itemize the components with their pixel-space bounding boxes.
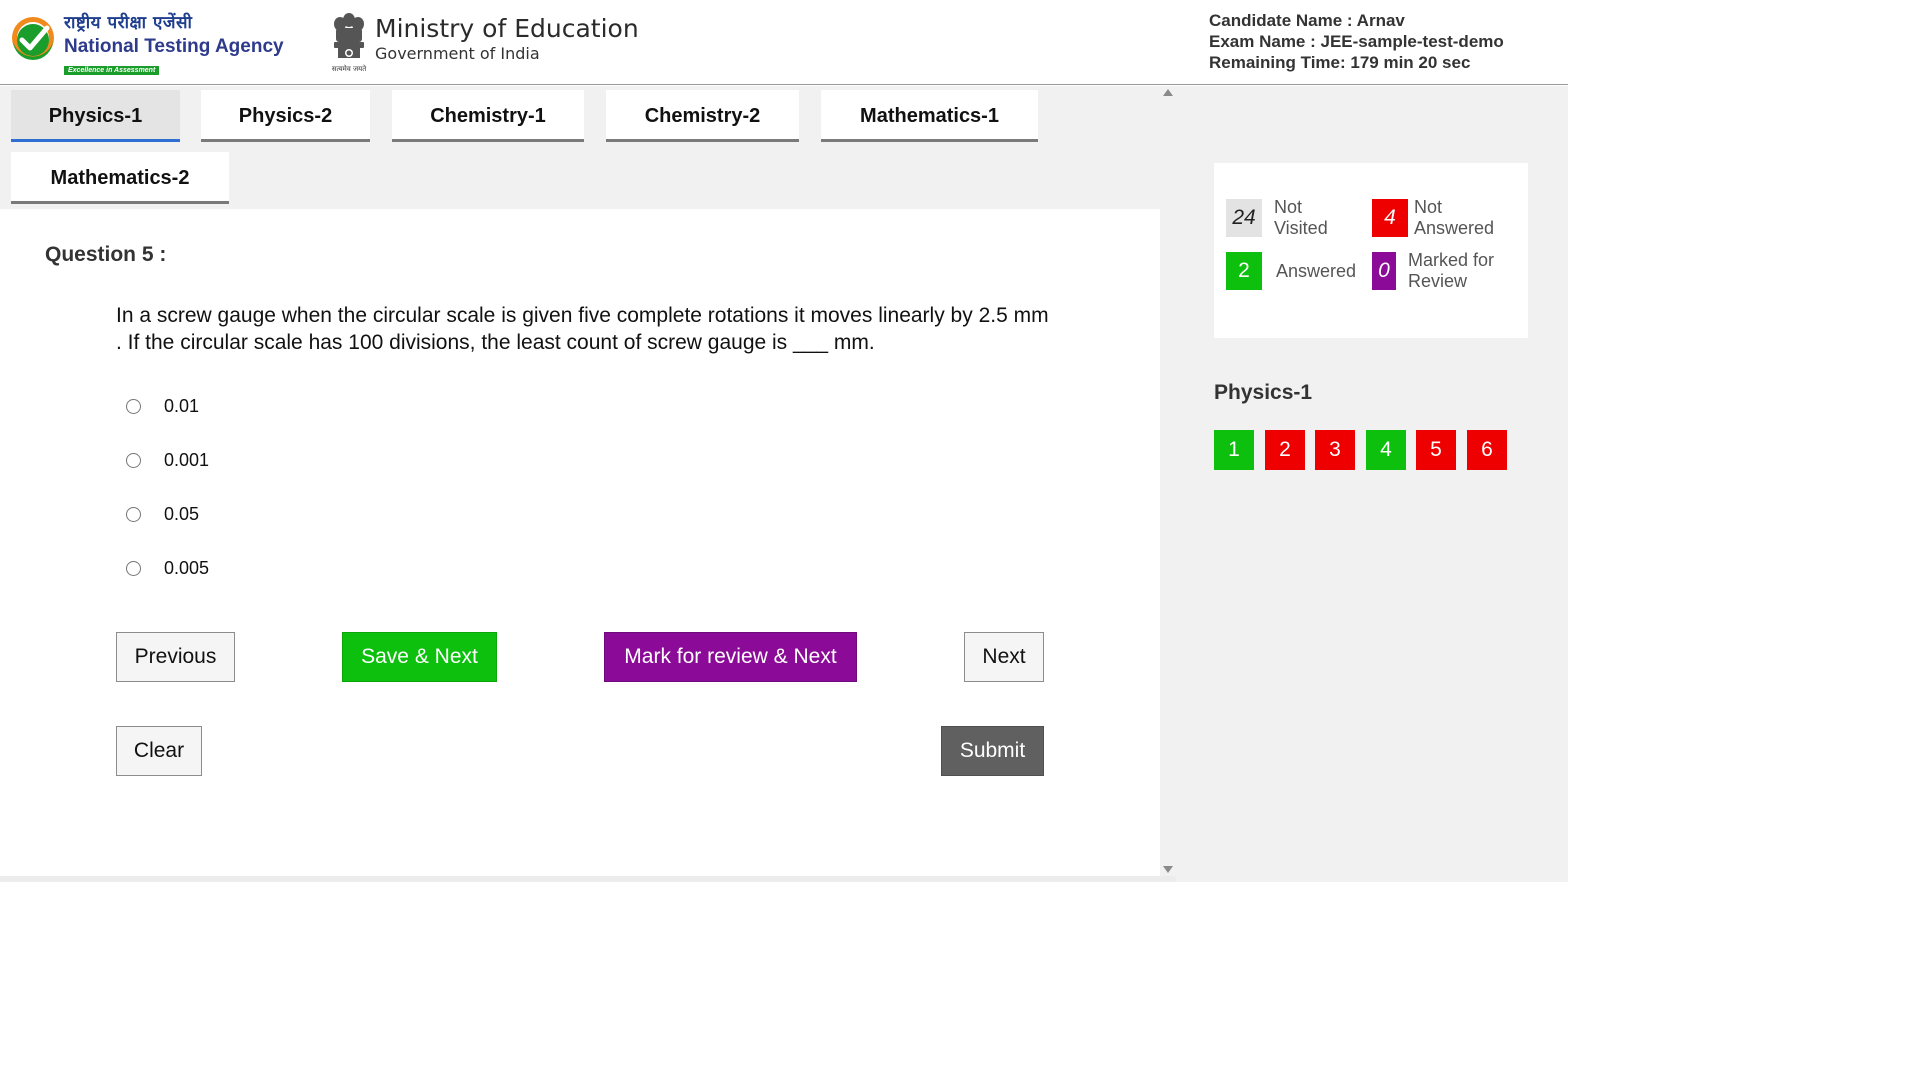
not-answered-count: 4	[1372, 199, 1408, 237]
option-4[interactable]: 0.005	[126, 556, 209, 580]
status-panel: 24 Not Visited 4 Not Answered 2 Answered…	[1176, 86, 1568, 882]
tab-chemistry-2[interactable]: Chemistry-2	[606, 90, 799, 142]
remaining-time: Remaining Time: 179 min 20 sec	[1209, 53, 1471, 72]
tab-physics-1[interactable]: Physics-1	[11, 90, 180, 142]
answered-count: 2	[1226, 252, 1262, 290]
previous-button[interactable]: Previous	[116, 632, 235, 682]
not-visited-label: Not Visited	[1274, 197, 1328, 238]
ministry-brand: Ministry of Education Government of Indi…	[375, 14, 639, 64]
tab-mathematics-1[interactable]: Mathematics-1	[821, 90, 1038, 142]
next-button[interactable]: Next	[964, 632, 1044, 682]
save-next-button[interactable]: Save & Next	[342, 632, 497, 682]
clear-button[interactable]: Clear	[116, 726, 202, 776]
marked-review-label: Marked for Review	[1408, 250, 1495, 291]
scrollbar[interactable]	[1160, 86, 1176, 876]
tab-physics-2[interactable]: Physics-2	[201, 90, 370, 142]
scroll-down-arrow-icon[interactable]	[1163, 866, 1173, 873]
candidate-info: Candidate Name : Arnav Exam Name : JEE-s…	[1209, 10, 1504, 73]
option-2-label[interactable]: 0.001	[164, 450, 209, 471]
ministry-title: Ministry of Education	[375, 14, 639, 43]
question-palette-button-5[interactable]: 5	[1416, 430, 1456, 470]
not-visited-count: 24	[1226, 199, 1262, 237]
scroll-up-arrow-icon[interactable]	[1163, 89, 1173, 96]
option-2[interactable]: 0.001	[126, 448, 209, 472]
option-1-label[interactable]: 0.01	[164, 396, 199, 417]
candidate-name: Candidate Name : Arnav	[1209, 11, 1405, 30]
marked-review-count: 0	[1372, 252, 1396, 290]
nta-logo-icon	[12, 17, 54, 60]
nta-hindi-name: राष्ट्रीय परीक्षा एजेंसी	[64, 13, 193, 33]
not-answered-label: Not Answered	[1414, 197, 1495, 238]
bottom-strip	[0, 876, 1176, 882]
national-emblem-icon: सत्यमेव जयते	[332, 13, 367, 73]
tab-mathematics-2[interactable]: Mathematics-2	[11, 152, 229, 204]
question-palette-button-2[interactable]: 2	[1265, 430, 1305, 470]
question-palette-button-3[interactable]: 3	[1315, 430, 1355, 470]
option-4-label[interactable]: 0.005	[164, 558, 209, 579]
question-palette-button-6[interactable]: 6	[1467, 430, 1507, 470]
option-1-radio[interactable]	[126, 398, 141, 414]
question-text: In a screw gauge when the circular scale…	[116, 304, 1049, 354]
question-title: Question 5 :	[45, 243, 167, 266]
nta-tagline: Excellence in Assessment	[64, 66, 160, 75]
nta-english-name: National Testing Agency	[64, 36, 284, 57]
status-legend: 24 Not Visited 4 Not Answered 2 Answered…	[1214, 163, 1528, 338]
answered-label: Answered	[1276, 261, 1357, 281]
ministry-subtitle: Government of India	[375, 44, 540, 63]
palette-section-title: Physics-1	[1214, 381, 1313, 404]
question-panel: Physics-1 Physics-2 Chemistry-1 Chemistr…	[0, 86, 1160, 876]
tab-chemistry-1[interactable]: Chemistry-1	[392, 90, 584, 142]
header: राष्ट्रीय परीक्षा एजेंसी National Testin…	[0, 0, 1568, 85]
option-3[interactable]: 0.05	[126, 502, 199, 526]
submit-button[interactable]: Submit	[941, 726, 1044, 776]
option-2-radio[interactable]	[126, 452, 141, 468]
exam-name: Exam Name : JEE-sample-test-demo	[1209, 32, 1504, 51]
section-tabs: Physics-1 Physics-2 Chemistry-1 Chemistr…	[0, 86, 1160, 209]
mark-review-next-button[interactable]: Mark for review & Next	[604, 632, 857, 682]
question-palette-button-4[interactable]: 4	[1366, 430, 1406, 470]
option-1[interactable]: 0.01	[126, 394, 199, 418]
option-4-radio[interactable]	[126, 560, 141, 576]
option-3-label[interactable]: 0.05	[164, 504, 199, 525]
emblem-motto: सत्यमेव जयते	[332, 64, 367, 73]
option-3-radio[interactable]	[126, 506, 141, 522]
nta-brand: राष्ट्रीय परीक्षा एजेंसी National Testin…	[64, 12, 284, 77]
question-palette-button-1[interactable]: 1	[1214, 430, 1254, 470]
